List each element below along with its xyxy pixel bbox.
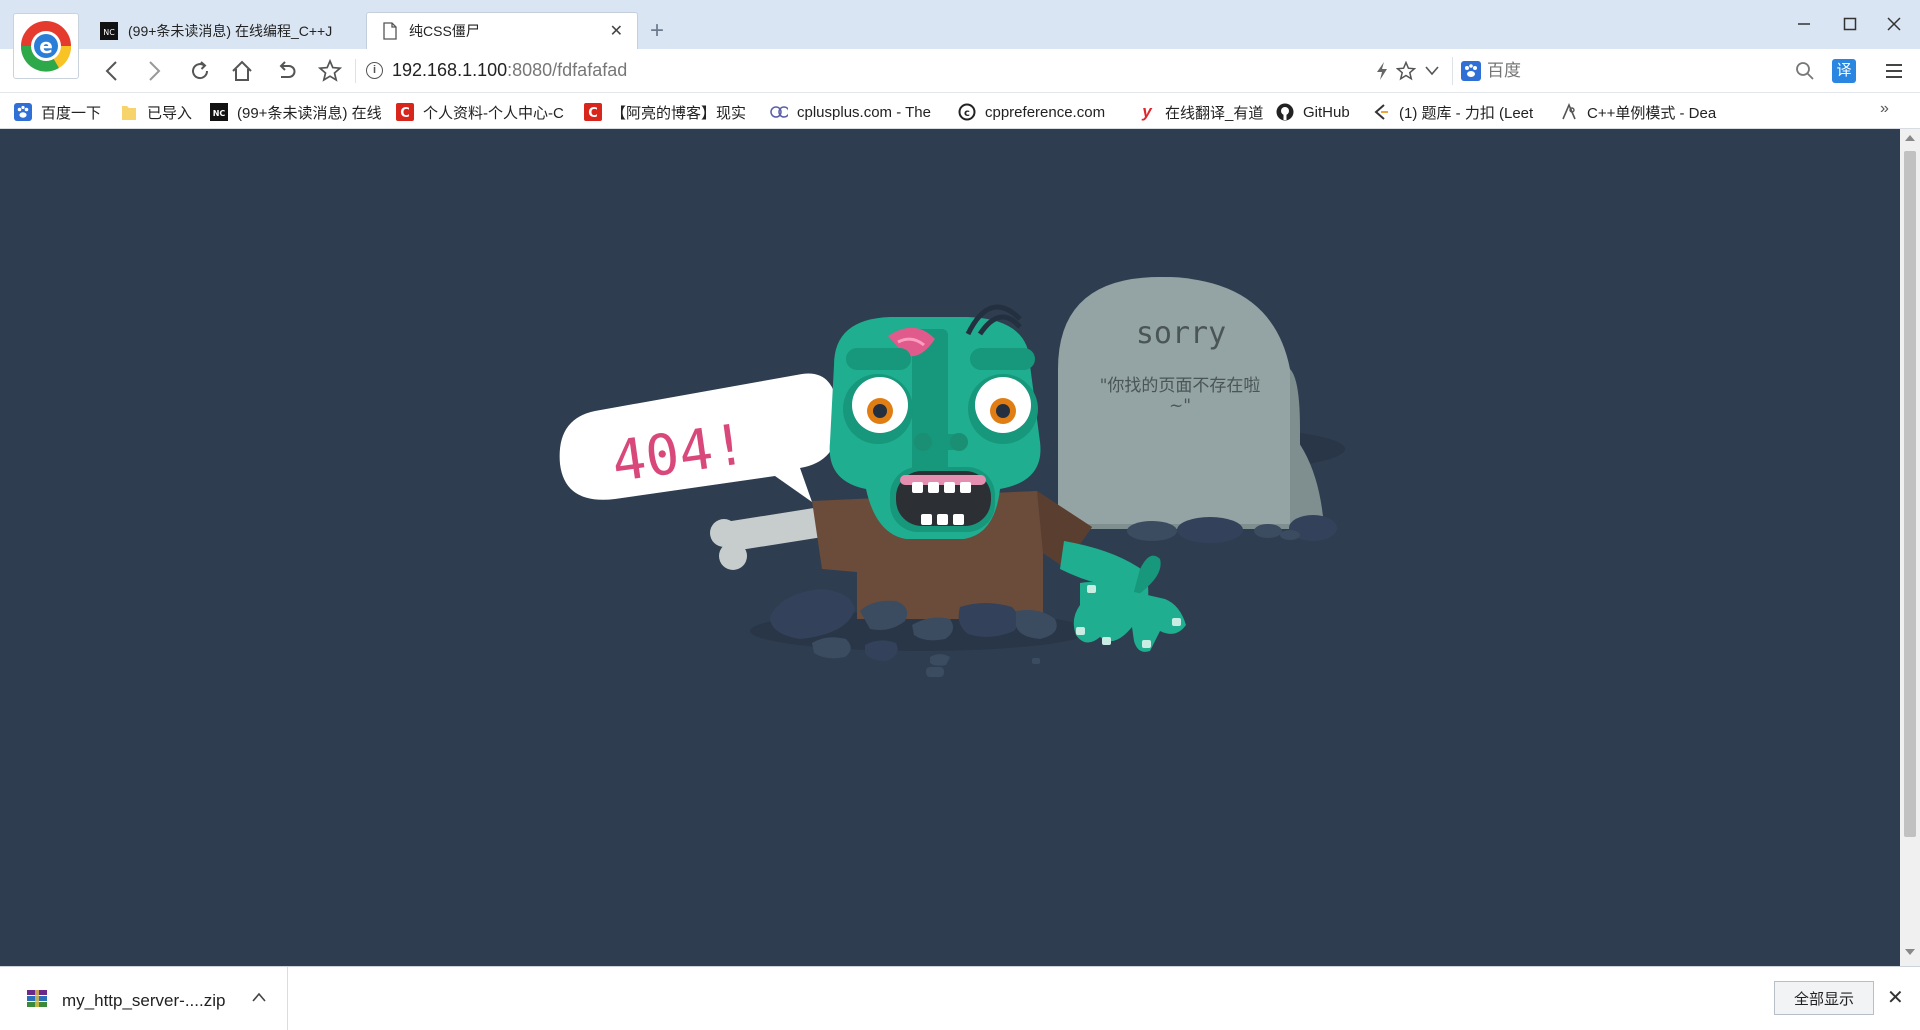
cppreference-icon: c bbox=[958, 103, 976, 121]
bookmark-label: 已导入 bbox=[147, 104, 193, 122]
bookmark-label: C++单例模式 - Dea bbox=[1587, 104, 1717, 122]
minimize-icon[interactable] bbox=[1784, 10, 1824, 38]
bookmarks-bar: 百度一下 已导入 NC (99+条未读消息) 在线 C 个人资料-个人中心-C … bbox=[0, 93, 1920, 129]
tomb-line-2: ~" bbox=[1169, 396, 1191, 416]
forward-button[interactable] bbox=[138, 55, 170, 87]
scroll-up-icon[interactable] bbox=[1905, 135, 1915, 141]
show-all-downloads-button[interactable]: 全部显示 bbox=[1774, 981, 1874, 1015]
baidu-paw-icon bbox=[14, 103, 32, 121]
github-icon bbox=[1276, 103, 1294, 121]
tombstone: sorry "你找的页面不存在啦 ~" bbox=[1058, 277, 1337, 543]
bookmark-baidu[interactable]: 百度一下 bbox=[14, 101, 114, 123]
tab-title: 纯CSS僵尸 bbox=[409, 23, 480, 39]
csdn-icon: C bbox=[584, 103, 602, 121]
chevron-down-icon[interactable] bbox=[1416, 55, 1448, 87]
chevron-up-icon[interactable] bbox=[252, 989, 266, 1007]
browser-logo-icon[interactable]: e bbox=[13, 13, 79, 79]
cplusplus-icon bbox=[770, 103, 788, 121]
translate-button[interactable]: 译 bbox=[1832, 59, 1856, 83]
bookmark-cppreference[interactable]: c cppreference.com bbox=[958, 101, 1128, 123]
scroll-thumb[interactable] bbox=[1904, 151, 1916, 837]
cnblogs-icon bbox=[1560, 103, 1578, 121]
tab-active[interactable]: 纯CSS僵尸 ✕ bbox=[366, 12, 638, 49]
download-file-name: my_http_server-....zip bbox=[62, 991, 226, 1010]
svg-text:NC: NC bbox=[213, 109, 226, 118]
search-box bbox=[1452, 57, 1814, 86]
svg-text:c: c bbox=[964, 108, 970, 119]
scrollbar[interactable] bbox=[1900, 129, 1920, 966]
undo-close-button[interactable] bbox=[270, 55, 302, 87]
svg-text:e: e bbox=[39, 34, 53, 58]
bookmark-label: 个人资料-个人中心-C bbox=[423, 104, 564, 122]
nowcoder-icon: NC bbox=[100, 21, 118, 40]
bookmark-leetcode[interactable]: (1) 题库 - 力扣 (Leet bbox=[1372, 101, 1544, 123]
speech-bubble: 404! bbox=[559, 373, 839, 502]
scroll-down-icon[interactable] bbox=[1905, 949, 1915, 955]
navigation-toolbar: i 192.168.1.100:8080/fdfafafad 译 bbox=[0, 49, 1920, 93]
bookmark-imported-folder[interactable]: 已导入 bbox=[120, 101, 200, 123]
folder-icon bbox=[120, 103, 138, 121]
bookmark-cplusplus[interactable]: cplusplus.com - The bbox=[770, 101, 940, 123]
translate-label: 译 bbox=[1836, 62, 1852, 79]
divider bbox=[355, 59, 356, 83]
bookmark-label: 【阿亮的博客】现实 bbox=[611, 104, 747, 122]
bookmark-nowcoder[interactable]: NC (99+条未读消息) 在线 bbox=[210, 101, 382, 123]
baidu-paw-icon bbox=[1461, 61, 1481, 86]
tab-nowcoder[interactable]: NC (99+条未读消息) 在线编程_C++J bbox=[86, 12, 366, 49]
more-bookmarks-icon[interactable]: » bbox=[1880, 100, 1889, 118]
bookmark-label: (1) 题库 - 力扣 (Leet bbox=[1399, 104, 1534, 122]
zombie-hand bbox=[1060, 541, 1186, 652]
reload-button[interactable] bbox=[184, 55, 216, 87]
csdn-icon: C bbox=[396, 103, 414, 121]
page-icon bbox=[381, 22, 399, 40]
archive-file-icon bbox=[26, 989, 48, 1014]
download-item[interactable]: my_http_server-....zip bbox=[0, 967, 288, 1030]
close-download-bar-icon[interactable]: ✕ bbox=[1887, 985, 1904, 1010]
search-icon[interactable] bbox=[1795, 61, 1815, 86]
new-tab-button[interactable]: + bbox=[650, 17, 664, 45]
bookmark-csdn-profile[interactable]: C 个人资料-个人中心-C bbox=[396, 101, 566, 123]
bookmark-label: GitHub bbox=[1303, 103, 1350, 121]
bone-arm bbox=[710, 506, 830, 570]
tomb-title: sorry bbox=[1136, 316, 1226, 351]
page-viewport: 404! sorry "你找的页面不存在啦 ~" bbox=[0, 129, 1900, 966]
zombie-404-illustration: 404! sorry "你找的页面不存在啦 ~" bbox=[559, 277, 1345, 677]
title-bar: e NC (99+条未读消息) 在线编程_C++J 纯CSS僵尸 ✕ + bbox=[0, 0, 1920, 79]
bookmark-label: cppreference.com bbox=[985, 103, 1106, 121]
svg-text:NC: NC bbox=[103, 28, 115, 37]
tab-title: (99+条未读消息) 在线编程_C++J bbox=[128, 22, 333, 39]
bookmark-youdao[interactable]: y 在线翻译_有道 bbox=[1138, 101, 1268, 123]
back-button[interactable] bbox=[96, 55, 128, 87]
bookmark-cnblogs[interactable]: C++单例模式 - Dea bbox=[1560, 101, 1732, 123]
svg-text:C: C bbox=[400, 106, 410, 121]
nowcoder-icon: NC bbox=[210, 103, 228, 121]
close-tab-icon[interactable]: ✕ bbox=[610, 21, 623, 41]
maximize-icon[interactable] bbox=[1830, 10, 1870, 38]
download-bar: my_http_server-....zip 全部显示 ✕ bbox=[0, 966, 1920, 1030]
site-info-icon[interactable]: i bbox=[366, 62, 383, 79]
url-host: 192.168.1.100 bbox=[392, 60, 508, 80]
bookmark-label: 在线翻译_有道 bbox=[1165, 104, 1264, 122]
leetcode-icon bbox=[1372, 103, 1390, 121]
bookmark-star-icon[interactable] bbox=[314, 55, 346, 87]
menu-icon[interactable] bbox=[1878, 55, 1910, 87]
youdao-icon: y bbox=[1142, 102, 1152, 121]
bookmark-github[interactable]: GitHub bbox=[1276, 101, 1366, 123]
bookmark-label: 百度一下 bbox=[41, 104, 102, 122]
svg-text:C: C bbox=[588, 106, 598, 121]
home-button[interactable] bbox=[226, 55, 258, 87]
search-input[interactable] bbox=[1487, 60, 1737, 82]
bookmark-csdn-blog[interactable]: C 【阿亮的博客】现实 bbox=[584, 101, 754, 123]
bookmark-label: cplusplus.com - The bbox=[797, 103, 931, 121]
bookmark-label: (99+条未读消息) 在线 bbox=[237, 104, 382, 122]
tomb-line-1: "你找的页面不存在啦 bbox=[1100, 376, 1261, 396]
close-window-icon[interactable] bbox=[1874, 10, 1914, 38]
address-bar[interactable]: 192.168.1.100:8080/fdfafafad bbox=[392, 60, 627, 81]
url-path: :8080/fdfafafad bbox=[507, 60, 628, 80]
